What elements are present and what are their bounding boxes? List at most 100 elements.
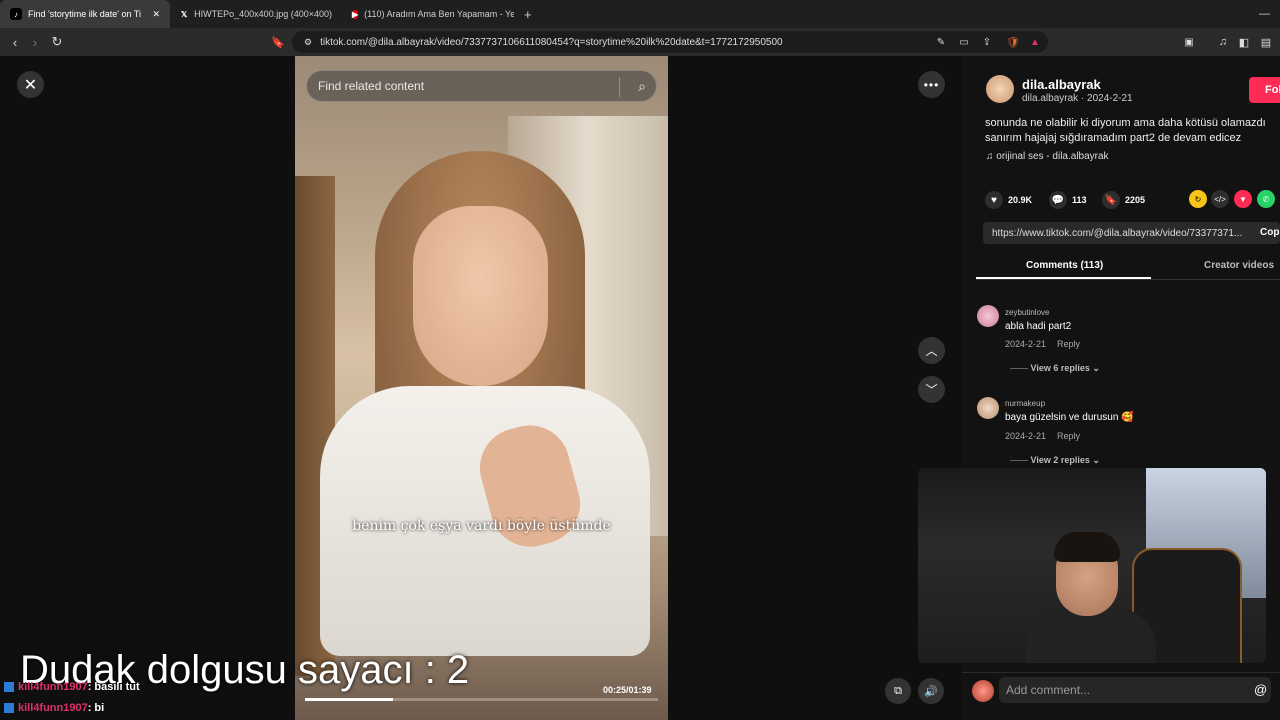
search-icon[interactable]: ⌕: [638, 78, 646, 95]
chevron-down-icon: ⌄: [1089, 363, 1100, 373]
tab-image[interactable]: 𝕏 HIWTEPo_400x400.jpg (400×400): [170, 0, 342, 28]
comment-placeholder: Add comment...: [1006, 683, 1091, 697]
x-icon: 𝕏: [180, 9, 188, 19]
avatar[interactable]: [977, 305, 999, 327]
reload-icon[interactable]: ↻: [46, 31, 68, 53]
reply-button[interactable]: Reply: [1057, 339, 1080, 349]
screen-icon[interactable]: ▭: [953, 31, 975, 53]
embed-icon[interactable]: </>: [1211, 190, 1229, 208]
chat-message: kill4funn1907: bi: [4, 702, 104, 714]
extensions-icon[interactable]: ▤: [1255, 31, 1277, 53]
video-progress-bar[interactable]: [305, 698, 658, 701]
minimize-icon[interactable]: —: [1249, 0, 1280, 28]
next-video-button[interactable]: ﹀: [918, 376, 945, 403]
wallet-icon[interactable]: ▣: [1178, 31, 1200, 53]
chat-username: kill4funn1907: [18, 702, 88, 714]
view-replies-button[interactable]: —— View 6 replies ⌄: [1010, 363, 1100, 374]
more-options-icon[interactable]: •••: [918, 71, 945, 98]
sidebar-icon[interactable]: ◧: [1233, 31, 1255, 53]
webcam-person-hair: [1054, 532, 1120, 562]
mention-icon[interactable]: @: [1254, 682, 1267, 697]
comment-input[interactable]: Add comment...: [999, 677, 1271, 703]
chat-message: kill4funn1907: basılı tut: [4, 681, 140, 693]
video-player[interactable]: [295, 56, 668, 720]
music-note-icon: ♫: [986, 151, 994, 162]
sound-link[interactable]: ♫ orijinal ses - dila.albayrak: [986, 151, 1109, 162]
bookmark-icon[interactable]: 🔖: [267, 31, 289, 53]
brave-shield-icon[interactable]: 🛡: [1002, 31, 1024, 53]
new-tab-button[interactable]: +: [514, 0, 542, 28]
share-repost-icon[interactable]: ↻: [1189, 190, 1207, 208]
webcam-person-body: [1026, 608, 1156, 663]
like-count: 20.9K: [1008, 195, 1033, 205]
whatsapp-icon[interactable]: ✆: [1257, 190, 1275, 208]
avatar[interactable]: [986, 75, 1014, 103]
view-replies-button[interactable]: —— View 2 replies ⌄: [1010, 455, 1100, 466]
description-line: sanırım hajajaj sığdıramadım part2 de de…: [985, 132, 1242, 144]
active-tab-indicator: [976, 277, 1151, 279]
author-subline: dila.albayrak · 2024-2-21: [1022, 93, 1133, 104]
close-tab-icon[interactable]: ✕: [152, 9, 160, 20]
like-button[interactable]: ♥ 20.9K: [985, 191, 1032, 209]
video-progress-fill: [305, 698, 394, 701]
copy-link-button[interactable]: Cop: [1260, 227, 1279, 238]
avatar[interactable]: [977, 397, 999, 419]
comment-button[interactable]: 💬 113: [1049, 191, 1087, 209]
streamer-webcam: [918, 468, 1266, 663]
comment-text: abla hadi part2: [1005, 321, 1072, 332]
follow-button[interactable]: Fol: [1249, 77, 1280, 103]
tiktok-icon: ♪: [10, 8, 22, 20]
browser-tab-bar: ♪ Find 'storytime ilk date' on Ti ✕ 𝕏 HI…: [0, 0, 1280, 28]
sound-label: orijinal ses - dila.albayrak: [996, 151, 1109, 162]
replies-divider: ——: [1010, 363, 1031, 373]
comment-text: baya güzelsin ve durusun 🥰: [1005, 412, 1134, 423]
video-link-text: https://www.tiktok.com/@dila.albayrak/vi…: [992, 227, 1243, 239]
url-text: tiktok.com/@dila.albayrak/video/73377371…: [320, 36, 783, 48]
comment-date: 2024-2-21: [1005, 339, 1047, 349]
video-timecode: 00:25/01:39: [603, 685, 652, 695]
comment-icon: 💬: [1049, 191, 1067, 209]
save-button[interactable]: 🔖 2205: [1102, 191, 1145, 209]
author-username[interactable]: dila.albayrak: [1022, 77, 1101, 92]
youtube-icon: ▶: [352, 9, 359, 19]
related-search-input[interactable]: Find related content ⌕: [306, 70, 657, 102]
chat-text: : basılı tut: [87, 681, 140, 693]
close-icon[interactable]: ✕: [17, 71, 44, 98]
site-settings-icon[interactable]: ⚙: [304, 37, 312, 48]
browser-toolbar: ‹ › ↻ 🔖 ⚙ tiktok.com/@dila.albayrak/vide…: [0, 28, 1280, 56]
comment-date: 2024-2-21: [1005, 431, 1047, 441]
tab-tiktok[interactable]: ♪ Find 'storytime ilk date' on Ti ✕: [0, 0, 170, 28]
chat-badge-icon: [4, 703, 14, 714]
pip-icon[interactable]: ⧉: [885, 678, 911, 704]
search-placeholder: Find related content: [318, 79, 425, 93]
tab-title: Find 'storytime ilk date' on Ti: [28, 9, 141, 19]
heart-icon: ♥: [985, 191, 1003, 209]
description-line: sonunda ne olabilir ki diyorum ama daha …: [985, 117, 1266, 129]
comment-count: 113: [1072, 195, 1087, 205]
chat-text: : bi: [87, 702, 105, 714]
music-icon[interactable]: ♫: [1212, 31, 1234, 53]
tab-comments[interactable]: Comments (113): [1026, 260, 1103, 271]
view-replies-label: View 2 replies: [1030, 455, 1090, 465]
avatar: [972, 680, 994, 702]
video-description: sonunda ne olabilir ki diyorum ama daha …: [985, 116, 1280, 146]
tab-youtube[interactable]: ▶ (110) Aradım Ama Ben Yapamam - Ye: [342, 0, 514, 28]
chat-badge-icon: [4, 682, 14, 693]
replies-divider: ——: [1010, 455, 1031, 465]
back-icon[interactable]: ‹: [4, 31, 26, 53]
previous-video-button[interactable]: ︿: [918, 337, 945, 364]
video-link-field[interactable]: https://www.tiktok.com/@dila.albayrak/vi…: [983, 222, 1280, 244]
tab-creator-videos[interactable]: Creator videos: [1204, 260, 1274, 271]
send-icon[interactable]: ▼: [1234, 190, 1252, 208]
chat-username: kill4funn1907: [18, 681, 88, 693]
rewards-icon[interactable]: ▲: [1024, 31, 1046, 53]
share-icon[interactable]: ⇪: [976, 31, 998, 53]
reader-icon[interactable]: ✎: [930, 31, 952, 53]
chevron-down-icon: ⌄: [1089, 455, 1100, 465]
volume-icon[interactable]: 🔊: [918, 678, 944, 704]
comment-username[interactable]: nurmakeup: [1005, 399, 1045, 408]
tab-title: (110) Aradım Ama Ben Yapamam - Ye: [364, 9, 514, 19]
forward-icon[interactable]: ›: [24, 31, 46, 53]
comment-username[interactable]: zeybutinlove: [1005, 308, 1049, 317]
reply-button[interactable]: Reply: [1057, 431, 1080, 441]
